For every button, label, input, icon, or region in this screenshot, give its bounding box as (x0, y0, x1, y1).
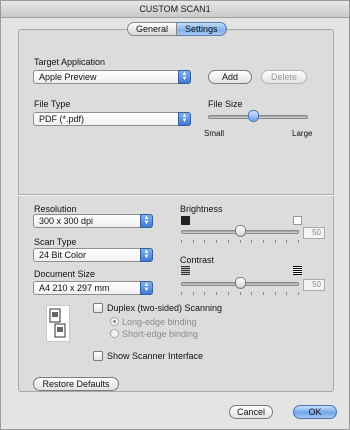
slider-tick (263, 240, 264, 243)
brightness-ticks (181, 240, 299, 244)
add-button[interactable]: Add (208, 70, 252, 84)
popup-arrows-icon: ▲ ▼ (178, 112, 191, 126)
cancel-button[interactable]: Cancel (229, 405, 273, 419)
dark-swatch-icon (181, 216, 190, 225)
long-edge-label: Long-edge binding (122, 317, 197, 327)
section-divider (18, 194, 334, 196)
target-application-label: Target Application (34, 57, 106, 67)
short-edge-radio[interactable] (110, 329, 119, 338)
slider-tick (193, 292, 194, 295)
file-type-value: PDF (*.pdf) (39, 114, 85, 124)
window-title: CUSTOM SCAN1 (1, 1, 349, 18)
ok-button[interactable]: OK (293, 405, 337, 419)
long-edge-radio[interactable] (110, 317, 119, 326)
slider-tick (216, 240, 217, 243)
document-size-select[interactable]: A4 210 x 297 mm ▲ ▼ (33, 281, 153, 295)
custom-scan-dialog: CUSTOM SCAN1 General Settings Target App… (0, 0, 350, 430)
resolution-label: Resolution (34, 204, 77, 214)
document-size-label: Document Size (34, 269, 96, 279)
file-size-max-label: Large (292, 129, 313, 138)
scan-type-label: Scan Type (34, 237, 77, 247)
file-size-slider-knob[interactable] (248, 110, 259, 122)
low-contrast-icon (181, 266, 190, 275)
slider-tick (263, 292, 264, 295)
high-contrast-icon (293, 266, 302, 275)
resolution-select[interactable]: 300 x 300 dpi ▲ ▼ (33, 214, 153, 228)
tab-general[interactable]: General (127, 22, 178, 36)
slider-tick (193, 240, 194, 243)
document-size-value: A4 210 x 297 mm (39, 283, 110, 293)
slider-tick (240, 292, 241, 295)
delete-button[interactable]: Delete (261, 70, 307, 84)
scan-type-value: 24 Bit Color (39, 250, 87, 260)
slider-tick (251, 240, 252, 243)
tab-settings[interactable]: Settings (177, 22, 227, 36)
slider-tick (286, 292, 287, 295)
popup-arrows-icon: ▲ ▼ (140, 281, 153, 295)
popup-arrows-icon: ▲ ▼ (178, 70, 191, 84)
popup-arrows-icon: ▲ ▼ (140, 214, 153, 228)
scan-type-select[interactable]: 24 Bit Color ▲ ▼ (33, 248, 153, 262)
brightness-label: Brightness (180, 204, 223, 214)
slider-tick (228, 292, 229, 295)
slider-tick (275, 292, 276, 295)
slider-tick (240, 240, 241, 243)
resolution-value: 300 x 300 dpi (39, 216, 94, 226)
slider-tick (251, 292, 252, 295)
contrast-slider-knob[interactable] (235, 277, 246, 289)
show-scanner-interface-checkbox[interactable] (93, 351, 103, 361)
restore-defaults-button[interactable]: Restore Defaults (33, 377, 119, 391)
target-application-select[interactable]: Apple Preview ▲ ▼ (33, 70, 191, 84)
slider-tick (204, 240, 205, 243)
tab-bar: General Settings (127, 22, 227, 36)
duplex-checkbox[interactable] (93, 303, 103, 313)
contrast-ticks (181, 292, 299, 296)
target-application-value: Apple Preview (39, 72, 97, 82)
duplex-pages-icon (46, 305, 70, 342)
file-size-min-label: Small (204, 129, 225, 138)
contrast-label: Contrast (180, 255, 215, 265)
slider-tick (204, 292, 205, 295)
slider-tick (216, 292, 217, 295)
slider-tick (298, 292, 299, 295)
popup-arrows-icon: ▲ ▼ (140, 248, 153, 262)
brightness-value[interactable]: 50 (303, 227, 325, 239)
slider-tick (298, 240, 299, 243)
slider-tick (228, 240, 229, 243)
slider-tick (181, 240, 182, 243)
file-type-select[interactable]: PDF (*.pdf) ▲ ▼ (33, 112, 191, 126)
duplex-label: Duplex (two-sided) Scanning (107, 303, 223, 313)
show-scanner-interface-label: Show Scanner Interface (107, 351, 204, 361)
file-type-label: File Type (34, 99, 71, 109)
contrast-value[interactable]: 50 (303, 279, 325, 291)
brightness-slider-knob[interactable] (235, 225, 246, 237)
slider-tick (181, 292, 182, 295)
slider-tick (275, 240, 276, 243)
file-size-label: File Size (208, 99, 243, 109)
light-swatch-icon (293, 216, 302, 225)
short-edge-label: Short-edge binding (122, 329, 199, 339)
slider-tick (286, 240, 287, 243)
